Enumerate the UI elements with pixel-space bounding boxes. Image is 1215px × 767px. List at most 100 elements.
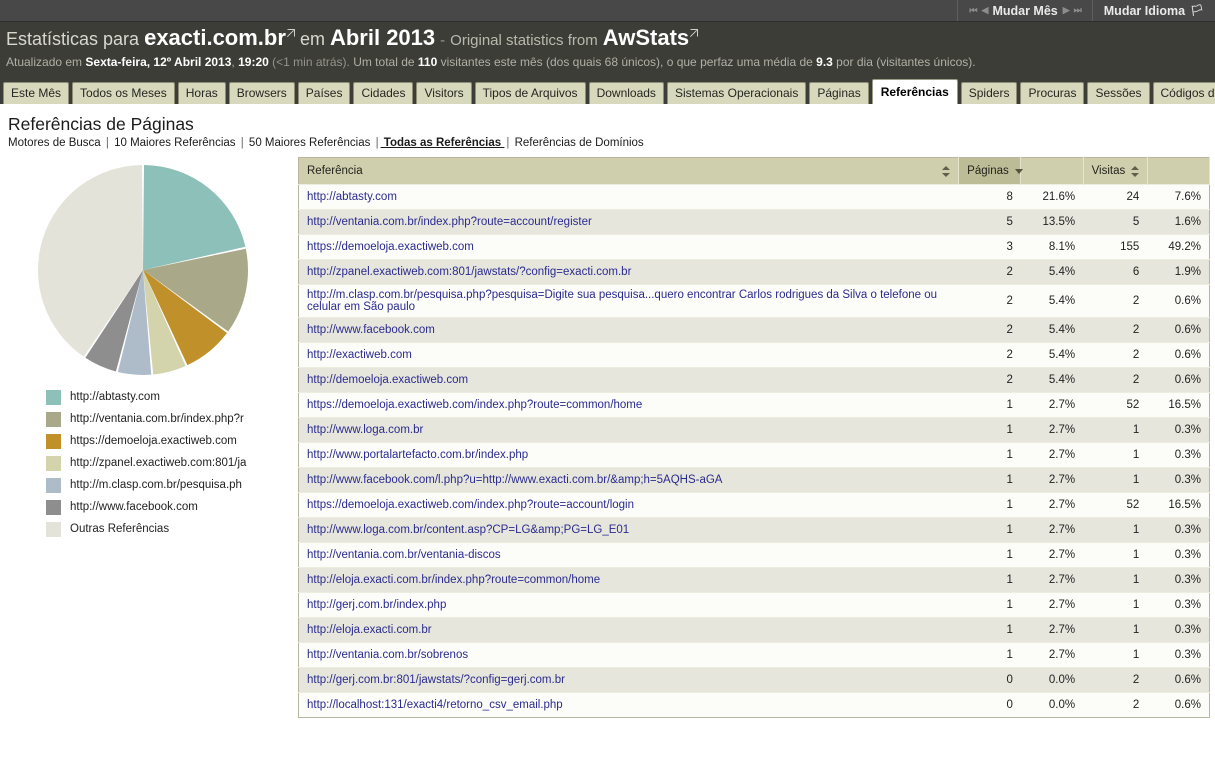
cell-reference: https://demoeloja.exactiweb.com/index.ph… xyxy=(298,492,959,518)
referrer-link[interactable]: http://www.facebook.com xyxy=(307,324,435,336)
legend-item: http://www.facebook.com xyxy=(46,496,298,518)
referrer-link[interactable]: https://demoeloja.exactiweb.com xyxy=(307,241,474,253)
cell-visits: 2 xyxy=(1083,284,1148,318)
column-header-visits[interactable]: Visitas xyxy=(1083,157,1148,185)
cell-pages: 2 xyxy=(958,284,1021,318)
month-switcher[interactable]: ⏮ ◀ Mudar Mês ▶ ⏭ xyxy=(957,0,1091,21)
prev-month-icon[interactable]: ◀ xyxy=(982,5,989,16)
table-row: http://eloja.exacti.com.br 1 2.7% 1 0.3% xyxy=(298,617,1210,643)
tab-sess-es[interactable]: Sessões xyxy=(1087,82,1150,104)
cell-reference: http://zpanel.exactiweb.com:801/jawstats… xyxy=(298,259,959,285)
referrer-link[interactable]: http://www.loga.com.br xyxy=(307,424,423,436)
cell-pages-percent: 13.5% xyxy=(1020,209,1084,235)
cell-visits-percent: 0.3% xyxy=(1147,567,1210,593)
external-link-icon xyxy=(690,29,699,37)
table-row: http://eloja.exacti.com.br/index.php?rou… xyxy=(298,567,1210,593)
tab-c-digos-de-estado[interactable]: Códigos de estado xyxy=(1152,82,1215,104)
referrer-link[interactable]: http://eloja.exacti.com.br/index.php?rou… xyxy=(307,574,600,586)
tab-procuras[interactable]: Procuras xyxy=(1020,82,1085,104)
table-row: http://www.facebook.com 2 5.4% 2 0.6% xyxy=(298,317,1210,343)
column-header-pages_pct[interactable] xyxy=(1020,157,1084,185)
referrer-link[interactable]: http://abtasty.com xyxy=(307,191,397,203)
referrer-link[interactable]: https://demoeloja.exactiweb.com/index.ph… xyxy=(307,499,634,511)
cell-pages-percent: 2.7% xyxy=(1020,442,1084,468)
referrer-link[interactable]: http://gerj.com.br:801/jawstats/?config=… xyxy=(307,674,565,686)
cell-pages: 1 xyxy=(958,442,1021,468)
referrer-link[interactable]: http://ventania.com.br/sobrenos xyxy=(307,649,468,661)
sort-toggle-icon[interactable] xyxy=(1131,165,1140,177)
referrer-link[interactable]: http://www.facebook.com/l.php?u=http://w… xyxy=(307,474,722,486)
referrer-link[interactable]: http://gerj.com.br/index.php xyxy=(307,599,446,611)
table-row: http://m.clasp.com.br/pesquisa.php?pesqu… xyxy=(298,284,1210,318)
source-prefix: Original statistics from xyxy=(450,32,598,49)
legend-color-swatch xyxy=(46,455,61,471)
subnav-link-3[interactable]: Todas as Referências xyxy=(381,137,505,149)
cell-reference: http://www.loga.com.br/content.asp?CP=LG… xyxy=(298,517,959,543)
referrer-link[interactable]: http://ventania.com.br/index.php?route=a… xyxy=(307,216,592,228)
cell-visits-percent: 7.6% xyxy=(1147,184,1210,210)
tab-tipos-de-arquivos[interactable]: Tipos de Arquivos xyxy=(474,82,586,104)
cell-visits: 24 xyxy=(1083,184,1148,210)
tab-sistemas-operacionais[interactable]: Sistemas Operacionais xyxy=(666,82,807,104)
tab-spiders[interactable]: Spiders xyxy=(960,82,1018,104)
next-month-icon[interactable]: ▶ xyxy=(1063,5,1070,16)
tab-browsers[interactable]: Browsers xyxy=(228,82,295,104)
crumb-separator: | xyxy=(375,137,379,149)
language-switcher[interactable]: Mudar Idioma 🏳 xyxy=(1091,0,1215,21)
referrer-link[interactable]: http://ventania.com.br/ventania-discos xyxy=(307,549,501,561)
pie-svg xyxy=(37,165,248,376)
header-dash: - xyxy=(440,32,446,49)
tab-downloads[interactable]: Downloads xyxy=(588,82,664,104)
referrer-link[interactable]: http://www.portalartefacto.com.br/index.… xyxy=(307,449,528,461)
tab-este-m-s[interactable]: Este Mês xyxy=(3,82,70,104)
referrer-link[interactable]: http://zpanel.exactiweb.com:801/jawstats… xyxy=(307,266,631,278)
tab-pa-ses[interactable]: Países xyxy=(297,82,351,104)
referrer-link[interactable]: https://demoeloja.exactiweb.com/index.ph… xyxy=(307,399,642,411)
crumb-separator: | xyxy=(105,137,109,149)
cell-visits-percent: 0.3% xyxy=(1147,442,1210,468)
updated-time: 19:20 xyxy=(238,55,269,69)
cell-visits-percent: 0.3% xyxy=(1147,417,1210,443)
subnav-link-0[interactable]: Motores de Busca xyxy=(8,137,104,149)
month-switcher-label: Mudar Mês xyxy=(992,3,1058,18)
cell-pages: 2 xyxy=(958,259,1021,285)
subnav-link-2[interactable]: 50 Maiores Referências xyxy=(246,137,374,149)
cell-visits-percent: 1.9% xyxy=(1147,259,1210,285)
referrer-link[interactable]: http://exactiweb.com xyxy=(307,349,412,361)
cell-pages-percent: 5.4% xyxy=(1020,259,1084,285)
referrer-link[interactable]: http://demoeloja.exactiweb.com xyxy=(307,374,468,386)
content-area: http://abtasty.com http://ventania.com.br… xyxy=(8,157,1215,718)
site-name-link[interactable]: exacti.com.br xyxy=(144,25,286,50)
referrer-link[interactable]: http://localhost:131/exacti4/retorno_csv… xyxy=(307,699,563,711)
awstats-link[interactable]: AwStats xyxy=(603,25,689,50)
legend-item: http://ventania.com.br/index.php?r xyxy=(46,408,298,430)
column-header-visits_pct[interactable] xyxy=(1147,157,1211,185)
crumb-separator: | xyxy=(240,137,244,149)
legend-label: http://abtasty.com xyxy=(70,391,160,403)
column-header-pages[interactable]: Páginas xyxy=(958,157,1023,185)
tab-todos-os-meses[interactable]: Todos os Meses xyxy=(72,82,175,104)
cell-visits-percent: 0.3% xyxy=(1147,542,1210,568)
subnav-link-4[interactable]: Referências de Domínios xyxy=(511,137,644,149)
tab-cidades[interactable]: Cidades xyxy=(353,82,414,104)
sort-toggle-icon[interactable] xyxy=(942,165,951,177)
sort-descending-icon[interactable] xyxy=(1014,168,1023,174)
tab-p-ginas[interactable]: Páginas xyxy=(809,82,869,104)
column-header-reference[interactable]: Referência xyxy=(298,157,960,185)
tab-visitors[interactable]: Visitors xyxy=(416,82,472,104)
tab-horas[interactable]: Horas xyxy=(177,82,226,104)
table-row: http://zpanel.exactiweb.com:801/jawstats… xyxy=(298,259,1210,285)
average-per-day: 9.3 xyxy=(816,55,833,69)
tab-refer-ncias[interactable]: Referências xyxy=(871,79,958,104)
cell-pages-percent: 5.4% xyxy=(1020,342,1084,368)
subnav-link-1[interactable]: 10 Maiores Referências xyxy=(111,137,239,149)
referrer-link[interactable]: http://eloja.exacti.com.br xyxy=(307,624,432,636)
cell-pages: 1 xyxy=(958,467,1021,493)
sub-navigation: Motores de Busca | 10 Maiores Referência… xyxy=(8,137,1215,149)
last-month-icon[interactable]: ⏭ xyxy=(1074,5,1082,16)
cell-pages: 1 xyxy=(958,417,1021,443)
referrer-link[interactable]: http://www.loga.com.br/content.asp?CP=LG… xyxy=(307,524,629,536)
first-month-icon[interactable]: ⏮ xyxy=(969,5,977,16)
referrer-link[interactable]: http://m.clasp.com.br/pesquisa.php?pesqu… xyxy=(307,289,937,313)
legend-item: http://zpanel.exactiweb.com:801/ja xyxy=(46,452,298,474)
